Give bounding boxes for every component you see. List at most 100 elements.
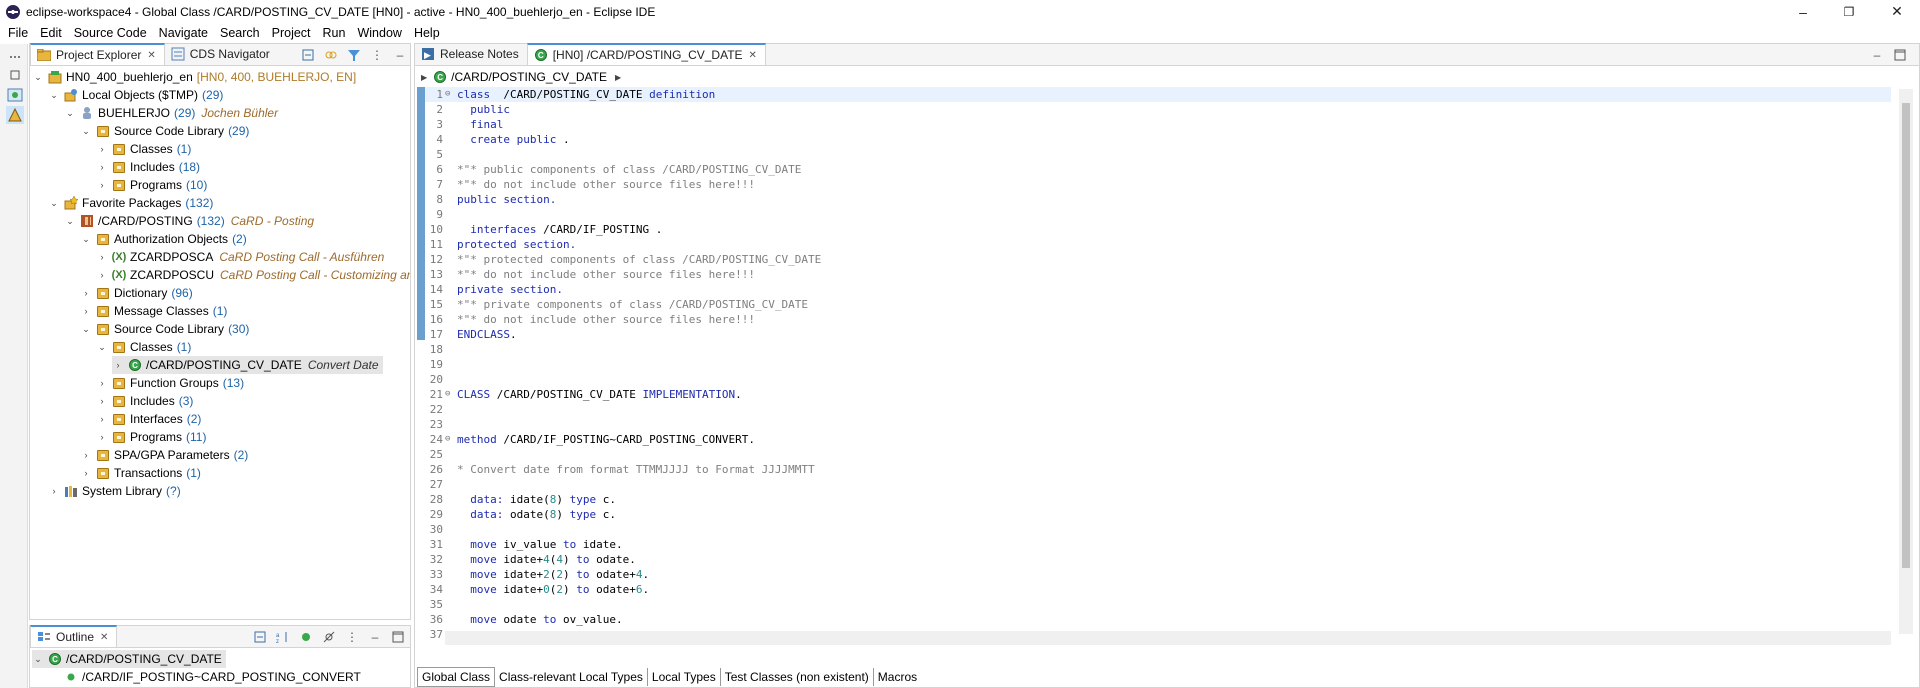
tree-node-class-posting-cv-date[interactable]: › C /CARD/POSTING_CV_DATE Convert Date xyxy=(112,356,383,374)
code-editor[interactable]: 1 ⊖ class /CARD/POSTING_CV_DATE definition… xyxy=(415,87,1891,647)
breadcrumb-class[interactable]: /CARD/POSTING_CV_DATE xyxy=(451,70,607,84)
view-menu-icon[interactable] xyxy=(6,48,24,66)
code-line[interactable]: 11 protected section. xyxy=(425,237,1891,252)
code-line[interactable]: 22 xyxy=(425,402,1891,417)
code-line[interactable]: 28 data: idate(8) type c. xyxy=(425,492,1891,507)
collapse-all-icon[interactable] xyxy=(300,47,316,63)
tab-global-class[interactable]: Global Class xyxy=(417,667,496,687)
chevron-right-icon[interactable]: › xyxy=(112,360,124,370)
menu-search[interactable]: Search xyxy=(214,23,266,43)
sort-icon[interactable]: az xyxy=(275,629,291,645)
tree-node-authorization-objects[interactable]: ⌄ Authorization Objects (2) xyxy=(80,230,247,248)
code-line[interactable]: 27 xyxy=(425,477,1891,492)
tree-node-favorite-packages[interactable]: ⌄ Favorite Packages (132) xyxy=(48,194,213,212)
maximize-button[interactable]: ❐ xyxy=(1826,0,1872,23)
code-line[interactable]: 1 ⊖ class /CARD/POSTING_CV_DATE definition xyxy=(425,87,1891,102)
code-line[interactable]: 13 *"* do not include other source files … xyxy=(425,267,1891,282)
code-line[interactable]: 10 interfaces /CARD/IF_POSTING . xyxy=(425,222,1891,237)
menu-source-code[interactable]: Source Code xyxy=(68,23,153,43)
outline-item-class[interactable]: ⌄ C /CARD/POSTING_CV_DATE xyxy=(32,650,226,668)
chevron-right-icon[interactable]: › xyxy=(80,468,92,478)
code-line[interactable]: 30 xyxy=(425,522,1891,537)
tree-node-card-posting[interactable]: ⌄ /CARD/POSTING (132) CaRD - Posting xyxy=(64,212,314,230)
tree-node-auth-zcardposca[interactable]: › (X) ZCARDPOSCA CaRD Posting Call - Aus… xyxy=(96,248,385,266)
code-line[interactable]: 7 *"* do not include other source files h… xyxy=(425,177,1891,192)
menu-project[interactable]: Project xyxy=(266,23,317,43)
tree-node-transactions[interactable]: › Transactions (1) xyxy=(80,464,201,482)
chevron-right-icon[interactable]: › xyxy=(96,414,108,424)
tree-node-includes-2[interactable]: › Includes (3) xyxy=(96,392,194,410)
tree-node-includes[interactable]: › Includes (18) xyxy=(96,158,201,176)
tree-node-classes-2[interactable]: ⌄ Classes (1) xyxy=(96,338,191,356)
chevron-right-icon[interactable]: › xyxy=(80,306,92,316)
menu-window[interactable]: Window xyxy=(351,23,407,43)
tab-macros[interactable]: Macros xyxy=(874,668,921,686)
horizontal-scrollbar[interactable] xyxy=(445,631,1891,645)
fold-toggle-icon[interactable]: ⊖ xyxy=(445,387,453,402)
code-line[interactable]: 15 *"* private components of class /CARD/… xyxy=(425,297,1891,312)
close-tab-icon[interactable]: ✕ xyxy=(100,632,108,643)
chevron-down-icon[interactable]: ⌄ xyxy=(64,108,76,119)
tree-node-project[interactable]: ⌄ HN0_400_buehlerjo_en [HN0, 400, BUEHLE… xyxy=(32,68,356,86)
hide-icon[interactable] xyxy=(321,629,337,645)
chevron-right-icon[interactable]: › xyxy=(96,180,108,190)
tree-node-classes[interactable]: › Classes (1) xyxy=(96,140,192,158)
minimize-view-icon[interactable]: – xyxy=(392,47,408,63)
chevron-right-icon[interactable]: › xyxy=(48,486,60,496)
tab-test-classes[interactable]: Test Classes (non existent) xyxy=(721,668,874,686)
code-line[interactable]: 8 public section. xyxy=(425,192,1891,207)
chevron-right-icon[interactable]: ▶ xyxy=(615,73,621,82)
code-line[interactable]: 12 *"* protected components of class /CAR… xyxy=(425,252,1891,267)
chevron-down-icon[interactable]: ⌄ xyxy=(80,234,92,245)
view-menu-icon[interactable]: ⋮ xyxy=(344,629,360,645)
minimize-view-icon[interactable]: – xyxy=(1869,47,1885,63)
code-line[interactable]: 5 xyxy=(425,147,1891,162)
chevron-down-icon[interactable]: ⌄ xyxy=(96,342,108,353)
code-line[interactable]: 14 private section. xyxy=(425,282,1891,297)
restore-icon[interactable] xyxy=(6,66,24,84)
tab-project-explorer[interactable]: Project Explorer ✕ xyxy=(30,43,165,65)
chevron-down-icon[interactable]: ⌄ xyxy=(32,654,44,665)
tree-node-message-classes[interactable]: › Message Classes (1) xyxy=(80,302,228,320)
menu-help[interactable]: Help xyxy=(408,23,446,43)
chevron-right-icon[interactable]: › xyxy=(96,396,108,406)
code-line[interactable]: 26 * Convert date from format TTMMJJJJ to… xyxy=(425,462,1891,477)
tab-release-notes[interactable]: ▶ Release Notes xyxy=(415,43,527,65)
code-line[interactable]: 33 move idate+2(2) to odate+4. xyxy=(425,567,1891,582)
code-line[interactable]: 3 final xyxy=(425,117,1891,132)
code-line[interactable]: 21 ⊖ CLASS /CARD/POSTING_CV_DATE IMPLEMENT… xyxy=(425,387,1891,402)
chevron-down-icon[interactable]: ⌄ xyxy=(64,216,76,227)
vertical-scrollbar[interactable] xyxy=(1899,89,1913,634)
menu-file[interactable]: File xyxy=(2,23,34,43)
filter-icon[interactable] xyxy=(298,629,314,645)
code-line[interactable]: 6 *"* public components of class /CARD/PO… xyxy=(425,162,1891,177)
code-line[interactable]: 36 move odate to ov_value. xyxy=(425,612,1891,627)
chevron-down-icon[interactable]: ⌄ xyxy=(48,90,60,101)
chevron-right-icon[interactable]: › xyxy=(96,378,108,388)
collapse-all-icon[interactable] xyxy=(252,629,268,645)
tree-node-interfaces[interactable]: › Interfaces (2) xyxy=(96,410,202,428)
menu-navigate[interactable]: Navigate xyxy=(153,23,214,43)
chevron-right-icon[interactable]: › xyxy=(96,432,108,442)
fold-toggle-icon[interactable]: ⊖ xyxy=(445,432,453,447)
minimize-button[interactable]: – xyxy=(1780,0,1826,23)
tree-node-dictionary[interactable]: › Dictionary (96) xyxy=(80,284,193,302)
code-line[interactable]: 35 xyxy=(425,597,1891,612)
chevron-down-icon[interactable]: ⌄ xyxy=(48,198,60,209)
code-line[interactable]: 25 xyxy=(425,447,1891,462)
close-tab-icon[interactable]: ✕ xyxy=(749,50,757,61)
maximize-view-icon[interactable] xyxy=(1892,47,1908,63)
tree-node-programs[interactable]: › Programs (10) xyxy=(96,176,208,194)
code-line[interactable]: 16 *"* do not include other source files … xyxy=(425,312,1891,327)
fold-toggle-icon[interactable]: ⊖ xyxy=(445,87,453,102)
link-with-editor-icon[interactable] xyxy=(323,47,339,63)
chevron-right-icon[interactable]: › xyxy=(80,288,92,298)
code-line[interactable]: 32 move idate+4(4) to odate. xyxy=(425,552,1891,567)
scrollbar-thumb[interactable] xyxy=(1902,103,1910,568)
abap-perspective-icon[interactable] xyxy=(6,86,24,104)
code-line[interactable]: 29 data: odate(8) type c. xyxy=(425,507,1891,522)
filter-icon[interactable] xyxy=(346,47,362,63)
tab-outline[interactable]: Outline ✕ xyxy=(30,625,118,647)
source-code[interactable]: 1 ⊖ class /CARD/POSTING_CV_DATE definition… xyxy=(425,87,1891,642)
code-line[interactable]: 17 ENDCLASS. xyxy=(425,327,1891,342)
